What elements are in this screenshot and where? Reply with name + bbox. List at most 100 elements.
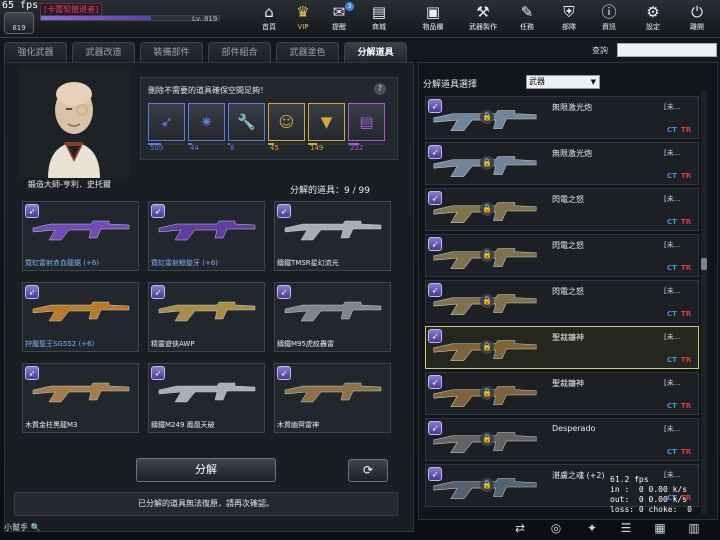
nav-label: VIP	[297, 23, 309, 31]
lobby-icon: ⌂	[264, 3, 274, 21]
tab-1[interactable]: 武器改造	[72, 42, 135, 62]
tab-0[interactable]: 強化武器	[4, 42, 67, 62]
weapon-tag: [未...	[664, 103, 681, 111]
weapon-name: 閃電之怒	[552, 195, 584, 204]
helper-button[interactable]: 小幫手 🔍	[4, 522, 41, 533]
nav-mission[interactable]: ✎ 任務	[510, 2, 544, 36]
nav-settings[interactable]: ⚙ 設定	[636, 2, 670, 36]
nav-label: 離開	[690, 23, 704, 31]
search-input[interactable]	[617, 43, 717, 57]
weapon-slot-icon: ➶	[428, 375, 442, 389]
item-name: 木質金柱黑龍M3	[25, 421, 78, 429]
weapon-row[interactable]: ➶ 🔒 無限激光炮 [未... CT TR	[425, 142, 699, 185]
item-card[interactable]: ➶ 鑄鐵M95虎紋轟雷	[274, 282, 391, 352]
nav-info[interactable]: ⓘ 資訊	[592, 2, 626, 36]
tab-3[interactable]: 部件組合	[208, 42, 271, 62]
weapon-slot-icon: ➶	[428, 145, 442, 159]
weapon-row[interactable]: ➶ 🔒 閃電之怒 [未... CT TR	[425, 188, 699, 231]
item-card[interactable]: ➶ 狩魔聖王SG552 (+6)	[22, 282, 139, 352]
nav-vip[interactable]: ♛ VIP	[286, 2, 320, 36]
nav-label: 任務	[520, 23, 534, 31]
lock-icon: 🔒	[480, 478, 494, 492]
weapon-slot-icon: ➶	[428, 467, 442, 481]
weapon-name: 聖裁鐮神	[552, 333, 584, 342]
nav-inventory[interactable]: ▣ 物品欄	[416, 2, 450, 36]
nav-exit[interactable]: ⏻ 離開	[680, 2, 714, 36]
item-card[interactable]: ➶ 木質幽冥雷神	[274, 363, 391, 433]
weapon-row[interactable]: ➶ 🔒 聖裁鐮神 [未... CT TR	[425, 326, 699, 369]
tr-label: TR	[681, 356, 692, 364]
material-bar-fill	[188, 143, 192, 145]
material-bar	[308, 143, 345, 145]
weapon-row[interactable]: ➶ 🔒 閃電之怒 [未... CT TR	[425, 280, 699, 323]
tab-5[interactable]: 分解道具	[344, 42, 407, 62]
material-bar-fill	[308, 143, 318, 145]
item-name: 鑄鐵TMSR星幻流光	[277, 259, 339, 267]
item-name: 霓虹雷射鯨旋牙 (+6)	[151, 259, 219, 267]
item-card[interactable]: ➶ 霓虹雷射赤血龍鋸 (+6)	[22, 201, 139, 271]
nav-label: 提醒	[332, 23, 346, 31]
weapon-image	[284, 382, 382, 403]
tab-bar: 強化武器 武器改造 裝備部件 部件組合 武器塗色 分解道具	[4, 42, 414, 62]
weapon-row[interactable]: ➶ 🔒 Desperado [未... CT TR	[425, 418, 699, 461]
material-bar	[188, 143, 225, 145]
shop-icon: ▤	[371, 3, 387, 21]
weapon-image	[32, 382, 130, 403]
weapon-row[interactable]: ➶ 🔒 聖裁鐮神 [未... CT TR	[425, 372, 699, 415]
material-box: ▼	[308, 103, 345, 141]
item-card[interactable]: ➶ 精靈遊俠AWP	[148, 282, 265, 352]
scroll-thumb[interactable]	[701, 258, 707, 270]
scrollbar[interactable]	[701, 90, 707, 514]
material-count: 8	[230, 144, 235, 152]
run-icon[interactable]: ✦	[584, 520, 600, 536]
item-card[interactable]: ➶ 鑄鐵M249 鳳凰天破	[148, 363, 265, 433]
inventory-icon: ▣	[425, 3, 441, 21]
material-vest: ▼ 149	[308, 103, 345, 157]
npc-name: 鍛造大師-亨利．史托爾	[28, 180, 111, 189]
dismantle-button[interactable]: 分解	[136, 458, 276, 482]
settings-icon: ⚙	[646, 3, 660, 21]
weapon-row[interactable]: ➶ 🔒 閃電之怒 [未... CT TR	[425, 234, 699, 277]
weapon-slot-icon: ➶	[428, 421, 442, 435]
vest-icon: ▼	[320, 113, 333, 131]
weapon-image	[158, 382, 256, 403]
swap-icon[interactable]: ⇄	[512, 520, 528, 536]
weapon-row[interactable]: ➶ 🔒 無限激光炮 [未... CT TR	[425, 96, 699, 139]
calendar-icon[interactable]: ▦	[652, 520, 668, 536]
tr-label: TR	[681, 218, 692, 226]
nav-label: 部隊	[562, 23, 576, 31]
item-name: 鑄鐵M95虎紋轟雷	[277, 340, 334, 348]
weapon-tag: [未...	[664, 195, 681, 203]
npc-portrait	[18, 66, 130, 178]
nav-shop[interactable]: ▤ 商城	[362, 2, 396, 36]
refresh-button[interactable]: ⟳	[348, 459, 388, 482]
exit-icon: ⏻	[691, 3, 703, 21]
compass-icon[interactable]: ◎	[548, 520, 564, 536]
item-name: 精靈遊俠AWP	[151, 340, 195, 348]
lock-icon: 🔒	[480, 202, 494, 216]
nav-label: 武器製作	[469, 23, 497, 31]
nav-label: 首頁	[262, 23, 276, 31]
item-card[interactable]: ➶ 鑄鐵TMSR星幻流光	[274, 201, 391, 271]
nav-craft[interactable]: ⚒ 武器製作	[466, 2, 500, 36]
nav-clan[interactable]: ⛨ 部隊	[552, 2, 586, 36]
lock-icon: 🔒	[480, 156, 494, 170]
wrench-icon: 🔧	[237, 113, 256, 131]
list-icon[interactable]: ☰	[618, 520, 634, 536]
weapon-slot-icon: ➶	[428, 283, 442, 297]
help-icon[interactable]: ?	[374, 83, 386, 95]
nav-notice[interactable]: ✉ 提醒 3	[322, 2, 356, 36]
mission-icon: ✎	[520, 3, 534, 21]
tab-4[interactable]: 武器塗色	[276, 42, 339, 62]
weapon-image	[32, 220, 130, 241]
notification-badge: 3	[345, 2, 354, 11]
nav-lobby[interactable]: ⌂ 首頁	[252, 2, 286, 36]
item-card[interactable]: ➶ 霓虹雷射鯨旋牙 (+6)	[148, 201, 265, 271]
tab-2[interactable]: 裝備部件	[140, 42, 203, 62]
item-card[interactable]: ➶ 木質金柱黑龍M3	[22, 363, 139, 433]
ct-label: CT	[667, 356, 677, 364]
xp-fill	[41, 16, 152, 20]
film-icon[interactable]: ▥	[686, 520, 702, 536]
nav-label: 設定	[646, 23, 660, 31]
weapon-type-dropdown[interactable]: 武器 ▼	[526, 75, 600, 89]
